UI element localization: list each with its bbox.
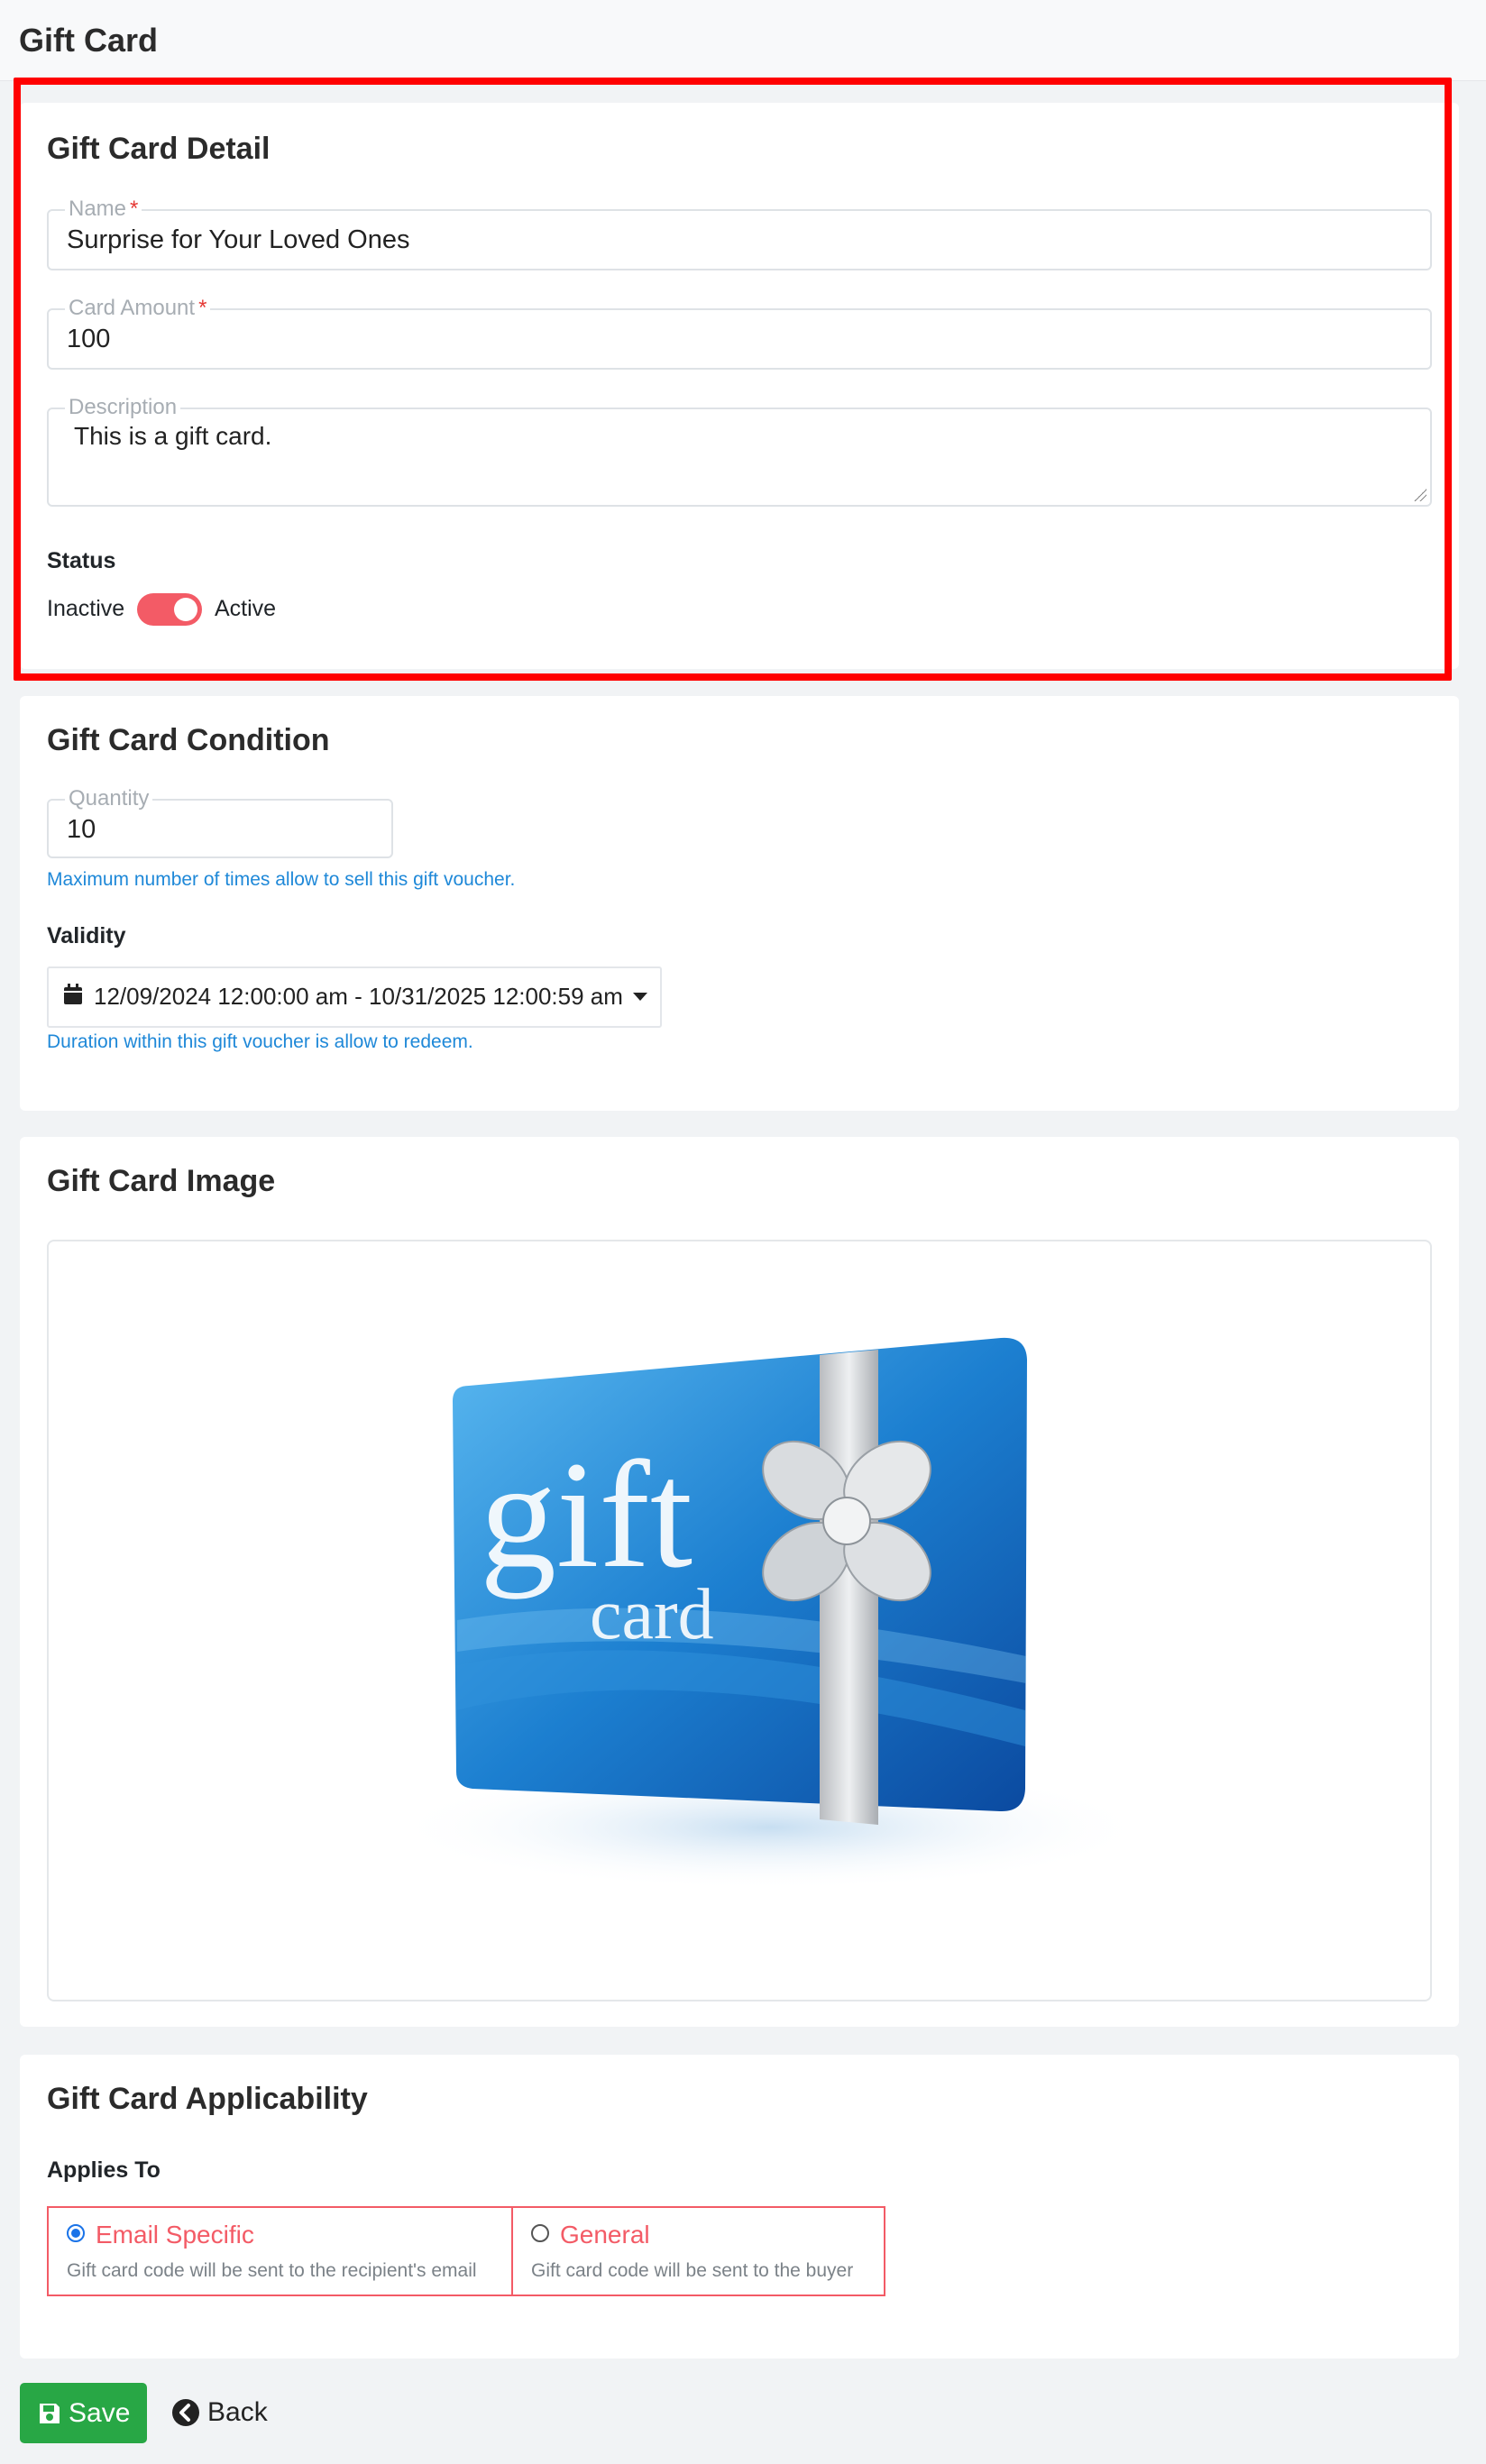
image-card-title: Gift Card Image (47, 1164, 276, 1198)
validity-date-range-picker[interactable]: 12/09/2024 12:00:00 am - 10/31/2025 12:0… (47, 966, 662, 1028)
description-field[interactable]: Description This is a gift card. (47, 394, 1432, 507)
option-title: Email Specific (96, 2221, 254, 2249)
card-amount-input[interactable]: 100 (67, 325, 110, 354)
card-word-text: card (590, 1575, 714, 1654)
resize-handle-icon[interactable] (1414, 489, 1426, 501)
condition-card-title: Gift Card Condition (47, 723, 330, 757)
gift-card-illustration: gift card (391, 1337, 1149, 1891)
calendar-icon (64, 984, 82, 1004)
quantity-help-text: Maximum number of times allow to sell th… (47, 869, 516, 890)
page-header: Gift Card (0, 0, 1486, 81)
required-mark: * (130, 197, 139, 221)
card-amount-label: Card Amount * (65, 295, 211, 322)
page-title: Gift Card (19, 22, 159, 59)
name-input[interactable]: Surprise for Your Loved Ones (67, 225, 409, 255)
save-button[interactable]: Save (20, 2383, 147, 2443)
applicability-card-title: Gift Card Applicability (47, 2082, 368, 2116)
validity-help-text: Duration within this gift voucher is all… (47, 1031, 473, 1052)
option-subtitle: Gift card code will be sent to the recip… (67, 2260, 477, 2281)
status-active-label: Active (215, 596, 277, 621)
validity-label: Validity (47, 923, 126, 948)
save-icon (40, 2404, 60, 2423)
gift-card-image-card: Gift Card Image gift card (20, 1137, 1459, 2027)
gift-word-text: gift (480, 1430, 693, 1599)
option-subtitle: Gift card code will be sent to the buyer (531, 2260, 854, 2281)
detail-card-title: Gift Card Detail (47, 132, 271, 166)
radio-general[interactable] (531, 2224, 549, 2242)
card-amount-field[interactable]: Card Amount * 100 (47, 295, 1432, 370)
gift-card-condition-card: Gift Card Condition Quantity 10 Maximum … (20, 696, 1459, 1111)
save-label: Save (69, 2398, 131, 2428)
caret-down-icon (633, 993, 647, 1001)
description-label: Description (65, 394, 181, 421)
toggle-knob (174, 598, 197, 621)
quantity-field[interactable]: Quantity 10 (47, 785, 393, 858)
status-inactive-label: Inactive (47, 596, 125, 621)
status-label: Status (47, 548, 116, 573)
name-label: Name * (65, 196, 142, 223)
gift-card-detail-card: Gift Card Detail Name * Surprise for Your… (20, 103, 1459, 669)
option-general[interactable]: General Gift card code will be sent to t… (511, 2206, 885, 2296)
quantity-input[interactable]: 10 (67, 815, 96, 845)
validity-range-text: 12/09/2024 12:00:00 am - 10/31/2025 12:0… (94, 983, 623, 1010)
option-title: General (560, 2221, 650, 2249)
quantity-label: Quantity (65, 785, 153, 812)
gift-card-image[interactable]: gift card (47, 1240, 1432, 2001)
applies-to-label: Applies To (47, 2157, 161, 2183)
required-mark: * (198, 296, 207, 320)
gift-card-applicability-card: Gift Card Applicability Applies To Email… (20, 2055, 1459, 2359)
status-toggle[interactable] (137, 593, 202, 626)
back-label: Back (207, 2397, 268, 2427)
name-field[interactable]: Name * Surprise for Your Loved Ones (47, 196, 1432, 270)
back-chevron-circle-icon (172, 2399, 199, 2426)
option-email-specific[interactable]: Email Specific Gift card code will be se… (47, 2206, 513, 2296)
description-textarea[interactable]: This is a gift card. (74, 422, 271, 451)
radio-email-specific[interactable] (67, 2224, 85, 2242)
